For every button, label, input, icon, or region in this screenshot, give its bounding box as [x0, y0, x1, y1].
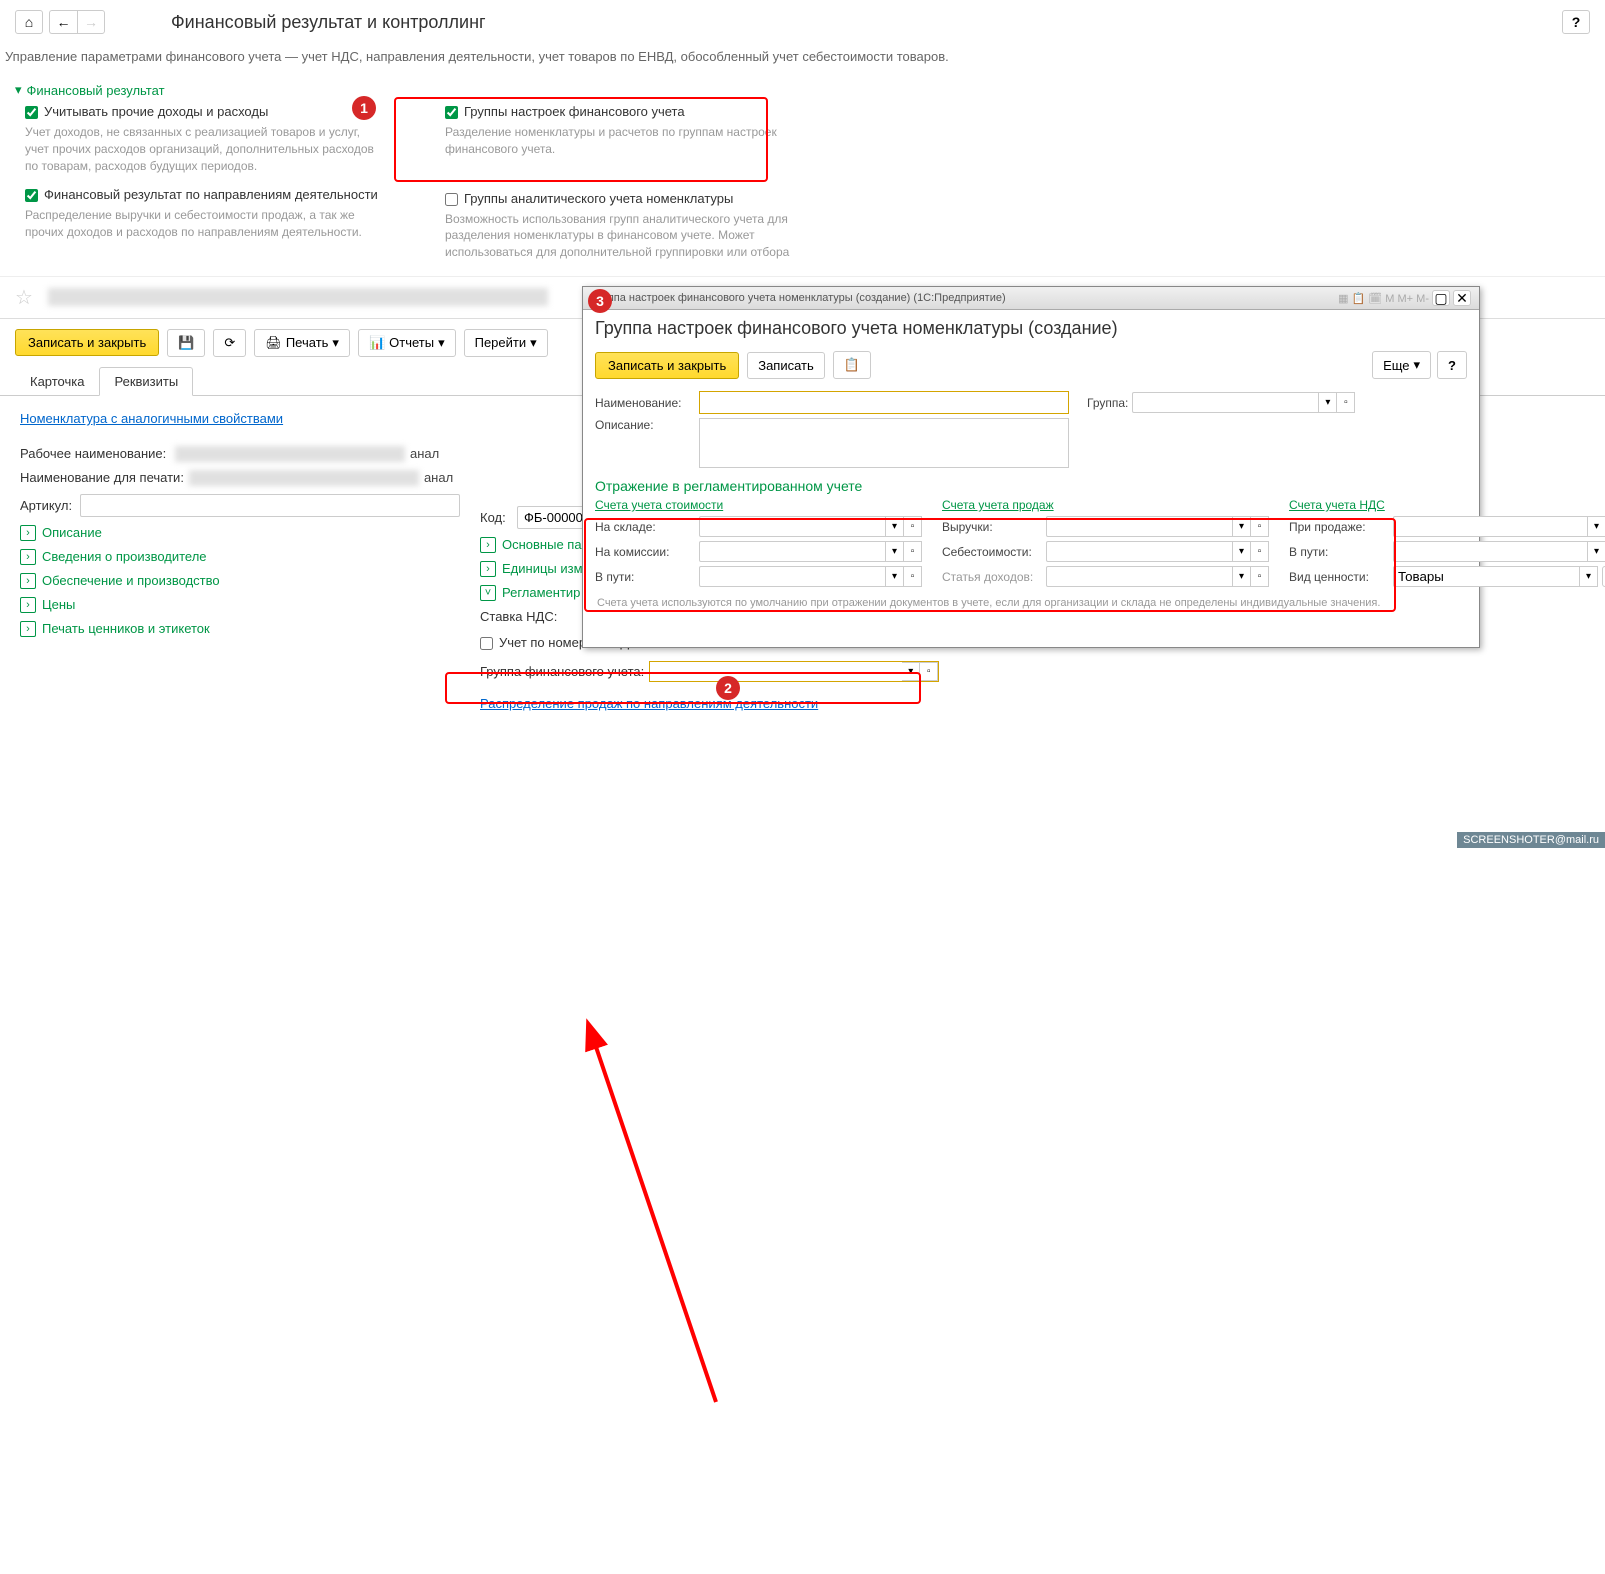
collapse-icon[interactable]: ▾	[15, 82, 22, 98]
watermark: SCREENSHOTER@mail.ru	[1457, 832, 1605, 848]
popup-help-button[interactable]: ?	[1437, 351, 1467, 379]
popup-group-dropdown[interactable]: ▾	[1319, 392, 1337, 413]
refresh-button[interactable]: ⟳	[213, 329, 246, 357]
cb-result-directions-help: Распределение выручки и себестоимости пр…	[5, 205, 405, 251]
cb-result-directions-label: Финансовый результат по направлениям дея…	[44, 187, 378, 202]
cb-other-income[interactable]	[25, 106, 38, 119]
cb-other-income-help: Учет доходов, не связанных с реализацией…	[5, 122, 405, 184]
similar-props-link[interactable]: Номенклатура с аналогичными свойствами	[20, 411, 283, 426]
annotation-arrow	[0, 726, 1605, 1574]
print-name-blur	[189, 470, 419, 486]
save-close-button[interactable]: Записать и закрыть	[15, 329, 159, 356]
popup-titlebar-text: Группа настроек финансового учета номенк…	[591, 292, 1006, 304]
work-name-label: Рабочее наименование:	[20, 446, 170, 461]
cb-analytical-groups-help: Возможность использования групп аналитич…	[425, 209, 825, 271]
anal-suffix-1: анал	[410, 446, 439, 461]
col-cost-accounts[interactable]: Счета учета стоимости	[595, 498, 922, 512]
save-icon-button[interactable]: 💾	[167, 329, 205, 357]
cb-other-income-label: Учитывать прочие доходы и расходы	[44, 104, 268, 119]
badge-2: 2	[716, 676, 740, 700]
back-button[interactable]: ←	[49, 10, 77, 34]
in-on-sale[interactable]	[1393, 516, 1588, 537]
fin-group-open[interactable]: ▫	[920, 662, 938, 681]
tab-details[interactable]: Реквизиты	[99, 367, 193, 396]
page-title: Финансовый результат и контроллинг	[171, 12, 486, 33]
exp-prices[interactable]: ›Цены	[20, 597, 470, 613]
popup-section-title: Отражение в регламентированном учете	[595, 478, 1467, 494]
work-name-blur	[175, 446, 405, 462]
popup-name-label: Наименование:	[595, 396, 695, 410]
page-description: Управление параметрами финансового учета…	[0, 44, 1605, 79]
cb-gtd[interactable]	[480, 637, 493, 650]
print-button[interactable]: 🖨 Печать ▾	[254, 329, 350, 357]
popup-save[interactable]: Записать	[747, 352, 825, 379]
print-name-label: Наименование для печати:	[20, 470, 184, 485]
window-icons[interactable]: ▦ 📋 🗓 M M+ M-	[1338, 292, 1429, 305]
code-label: Код:	[480, 510, 512, 525]
popup-name-input[interactable]	[699, 391, 1069, 414]
dd-transit2[interactable]: ▾	[1588, 541, 1605, 562]
in-value-type[interactable]	[1393, 566, 1580, 587]
cb-result-directions[interactable]	[25, 189, 38, 202]
cb-analytical-groups-label: Группы аналитического учета номенклатуры	[464, 191, 733, 206]
exp-description[interactable]: ›Описание	[20, 525, 470, 541]
anal-suffix-2: анал	[424, 470, 453, 485]
popup-desc-input[interactable]	[699, 418, 1069, 468]
popup-group-open[interactable]: ▫	[1337, 392, 1355, 413]
section-title: Финансовый результат	[27, 83, 165, 98]
article-input[interactable]	[80, 494, 460, 517]
badge-3: 3	[588, 289, 612, 313]
badge-1: 1	[352, 96, 376, 120]
exp-production[interactable]: ›Обеспечение и производство	[20, 573, 470, 589]
popup-desc-label: Описание:	[595, 418, 695, 432]
tab-card[interactable]: Карточка	[15, 367, 99, 396]
article-label: Артикул:	[20, 498, 75, 513]
popup-more-button[interactable]: Еще ▾	[1372, 351, 1431, 379]
exp-print-labels[interactable]: ›Печать ценников и этикеток	[20, 621, 470, 637]
popup-header: Группа настроек финансового учета номенк…	[583, 310, 1479, 347]
popup-ref-icon-button[interactable]: 📋	[833, 351, 871, 379]
col-vat-accounts[interactable]: Счета учета НДС	[1289, 498, 1605, 512]
callout-3	[584, 518, 1396, 612]
reports-button[interactable]: 📊 Отчеты ▾	[358, 329, 456, 357]
goto-button[interactable]: Перейти ▾	[464, 329, 548, 357]
exp-manufacturer[interactable]: ›Сведения о производителе	[20, 549, 470, 565]
cb-analytical-groups[interactable]	[445, 193, 458, 206]
vat-rate-label: Ставка НДС:	[480, 609, 562, 624]
dd-value-type[interactable]: ▾	[1580, 566, 1598, 587]
col-sales-accounts[interactable]: Счета учета продаж	[942, 498, 1269, 512]
popup-group-input[interactable]	[1132, 392, 1319, 413]
popup-group-label: Группа:	[1087, 396, 1128, 410]
dd-on-sale[interactable]: ▾	[1588, 516, 1605, 537]
forward-button[interactable]: →	[77, 10, 105, 34]
home-button[interactable]: ⌂	[15, 10, 43, 34]
callout-2	[445, 672, 921, 704]
blurred-title	[48, 288, 548, 306]
in-transit2[interactable]	[1393, 541, 1588, 562]
star-icon[interactable]: ☆	[0, 277, 48, 318]
help-button[interactable]: ?	[1562, 10, 1590, 34]
popup-close[interactable]: ✕	[1453, 290, 1471, 306]
popup-min[interactable]: ▢	[1432, 290, 1450, 306]
popup-save-close[interactable]: Записать и закрыть	[595, 352, 739, 379]
callout-1	[394, 97, 768, 182]
